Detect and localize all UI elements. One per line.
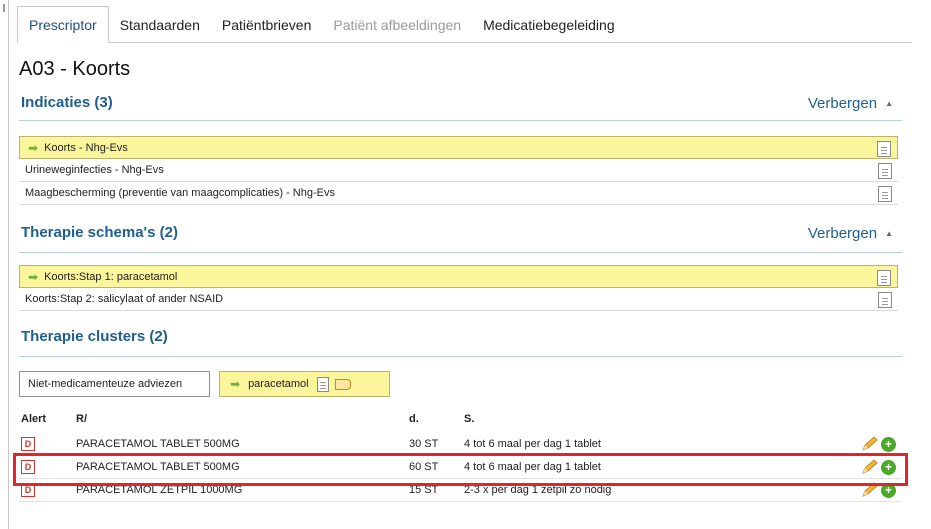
medication-qty: 15 ST xyxy=(409,484,439,496)
list-item[interactable]: Koorts:Stap 2: salicylaat of ander NSAID xyxy=(19,288,898,311)
document-icon[interactable] xyxy=(877,141,891,157)
pencil-icon[interactable] xyxy=(860,482,878,498)
cluster-button-niet-medicamenteuze[interactable]: Niet-medicamenteuze adviezen xyxy=(19,371,210,397)
tab-patient-afbeeldingen: Patiënt afbeeldingen xyxy=(333,16,462,33)
header-d: d. xyxy=(409,413,419,425)
hide-label: Verbergen xyxy=(807,225,878,242)
medication-table: Alert R/ d. S. D PARACETAMOL TABLET 500M… xyxy=(19,408,902,502)
list-item-label: Koorts:Stap 1: paracetamol xyxy=(44,270,178,283)
indicaties-heading: Indicaties (3) xyxy=(21,94,113,111)
list-item-label: Maagbescherming (preventie van maagcompl… xyxy=(25,187,335,199)
tag-icon[interactable] xyxy=(334,378,351,390)
list-item[interactable]: Urineweginfecties - Nhg-Evs xyxy=(19,159,898,182)
medication-dose: 2-3 x per dag 1 zetpil zo nodig xyxy=(464,484,612,496)
list-item[interactable]: Maagbescherming (preventie van maagcompl… xyxy=(19,182,898,205)
arrow-right-icon: ➡ xyxy=(28,269,39,284)
cluster-button-label: paracetamol xyxy=(248,378,309,390)
tab-standaarden[interactable]: Standaarden xyxy=(109,6,211,43)
indicaties-list: ➡ Koorts - Nhg-Evs Urineweginfecties - N… xyxy=(19,136,898,205)
medication-name: PARACETAMOL TABLET 500MG xyxy=(76,438,240,450)
row-actions: + xyxy=(860,459,896,475)
corner-mark xyxy=(3,4,5,12)
clusters-divider xyxy=(19,356,902,357)
arrow-right-icon: ➡ xyxy=(28,140,39,155)
medication-name: PARACETAMOL ZETPIL 1000MG xyxy=(76,484,243,496)
pencil-icon[interactable] xyxy=(860,459,878,475)
tab-medicatiebegeleiding[interactable]: Medicatiebegeleiding xyxy=(472,6,626,43)
medication-qty: 60 ST xyxy=(409,461,439,473)
schemas-divider xyxy=(19,252,902,253)
list-item-label: Koorts - Nhg-Evs xyxy=(44,141,128,154)
document-icon[interactable] xyxy=(878,186,892,202)
medication-dose: 4 tot 6 maal per dag 1 tablet xyxy=(464,461,601,473)
page-title: A03 - Koorts xyxy=(19,58,131,80)
pencil-icon[interactable] xyxy=(860,436,878,452)
list-item-label: Urineweginfecties - Nhg-Evs xyxy=(25,164,164,176)
table-row[interactable]: D PARACETAMOL TABLET 500MG 30 ST 4 tot 6… xyxy=(19,433,902,456)
header-alert: Alert xyxy=(21,413,47,425)
schemas-hide-link[interactable]: Verbergen ▲ xyxy=(808,225,893,242)
collapse-triangle-icon: ▲ xyxy=(885,99,893,108)
plus-icon[interactable]: + xyxy=(881,436,896,452)
hide-label: Verbergen xyxy=(807,95,878,112)
plus-icon[interactable]: + xyxy=(881,459,896,475)
medication-qty: 30 ST xyxy=(409,438,439,450)
tab-bar-divider xyxy=(17,42,912,43)
medication-dose: 4 tot 6 maal per dag 1 tablet xyxy=(464,438,601,450)
list-item[interactable]: ➡ Koorts - Nhg-Evs xyxy=(19,136,898,159)
document-icon[interactable] xyxy=(316,376,329,392)
table-row[interactable]: D PARACETAMOL ZETPIL 1000MG 15 ST 2-3 x … xyxy=(19,479,902,502)
schemas-list: ➡ Koorts:Stap 1: paracetamol Koorts:Stap… xyxy=(19,265,898,311)
alert-badge[interactable]: D xyxy=(21,437,35,451)
indicaties-divider xyxy=(19,120,902,121)
cluster-button-paracetamol[interactable]: ➡ paracetamol xyxy=(219,371,390,397)
list-item-label: Koorts:Stap 2: salicylaat of ander NSAID xyxy=(25,293,224,305)
arrow-right-icon: ➡ xyxy=(230,377,241,391)
list-item[interactable]: ➡ Koorts:Stap 1: paracetamol xyxy=(19,265,898,288)
table-row[interactable]: D PARACETAMOL TABLET 500MG 60 ST 4 tot 6… xyxy=(19,456,902,479)
collapse-triangle-icon: ▲ xyxy=(885,229,893,238)
tab-prescriptor[interactable]: Prescriptor xyxy=(17,6,109,43)
row-actions: + xyxy=(860,436,896,452)
header-s: S. xyxy=(464,413,475,425)
table-header: Alert R/ d. S. xyxy=(19,408,902,430)
header-r: R/ xyxy=(76,413,87,425)
document-icon[interactable] xyxy=(878,292,892,308)
cluster-button-label: Niet-medicamenteuze adviezen xyxy=(28,378,183,390)
left-border xyxy=(8,0,9,529)
alert-badge[interactable]: D xyxy=(21,483,35,497)
tab-bar: Prescriptor Standaarden Patiëntbrieven P… xyxy=(17,6,626,43)
schemas-heading: Therapie schema's (2) xyxy=(21,224,178,241)
plus-icon[interactable]: + xyxy=(881,482,896,498)
alert-badge[interactable]: D xyxy=(21,460,35,474)
tab-patientbrieven[interactable]: Patiëntbrieven xyxy=(211,6,323,43)
clusters-heading: Therapie clusters (2) xyxy=(21,328,168,345)
row-actions: + xyxy=(860,482,896,498)
medication-name: PARACETAMOL TABLET 500MG xyxy=(76,461,240,473)
indicaties-hide-link[interactable]: Verbergen ▲ xyxy=(808,95,893,112)
document-icon[interactable] xyxy=(877,270,891,286)
document-icon[interactable] xyxy=(878,163,892,179)
